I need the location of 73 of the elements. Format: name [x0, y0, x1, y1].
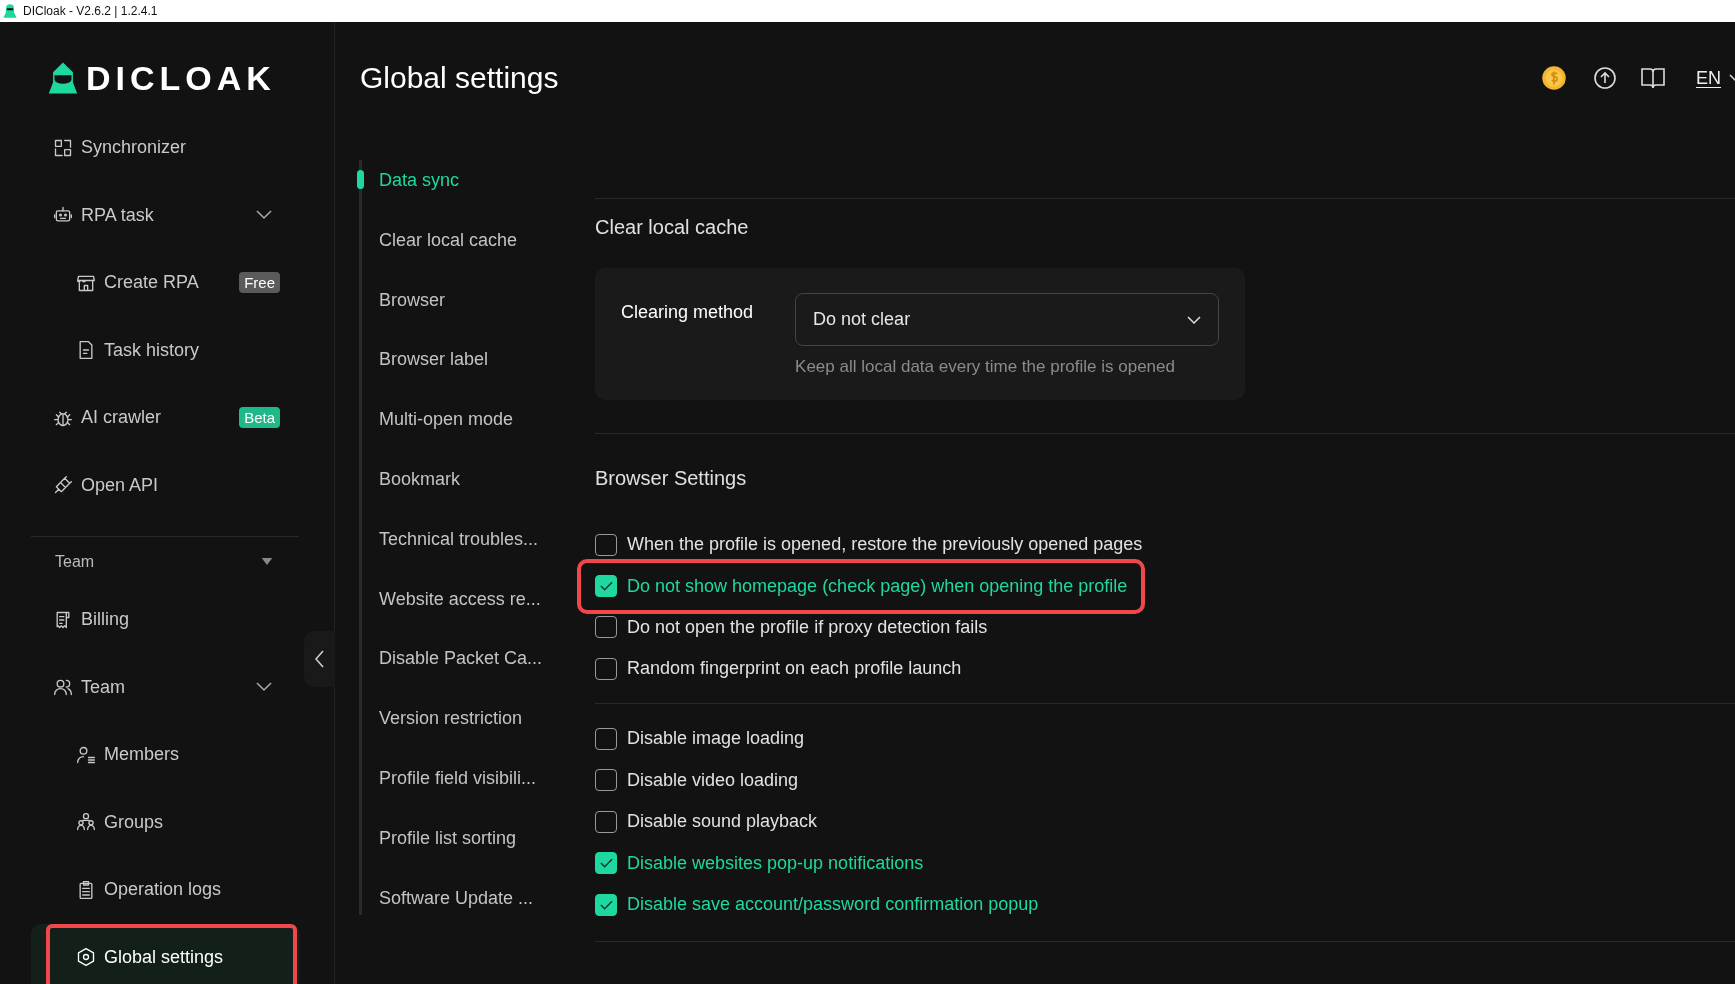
language-selector[interactable]: EN — [1696, 67, 1721, 89]
sidebar-item[interactable]: Groups — [31, 788, 300, 856]
app-icon — [2, 3, 18, 19]
checkbox[interactable] — [595, 616, 617, 639]
settings-nav-item[interactable]: Software Update ... — [379, 877, 534, 918]
settings-nav-item[interactable]: Browser label — [379, 339, 489, 380]
chevron-left-icon — [314, 650, 325, 668]
chevron-down-icon — [1187, 315, 1201, 324]
sidebar-item[interactable]: Task history — [31, 316, 300, 384]
dropdown-triangle-icon[interactable] — [261, 558, 273, 565]
section-heading: Browser Settings — [595, 467, 748, 490]
settings-nav-item[interactable]: Technical troubles... — [379, 518, 539, 559]
upload-icon[interactable] — [1592, 66, 1618, 90]
settings-nav-item[interactable]: Website access re... — [379, 578, 541, 619]
badge: Free — [239, 272, 280, 294]
sidebar-item[interactable]: Members — [31, 721, 300, 789]
settings-nav-item[interactable]: Version restriction — [379, 698, 523, 739]
section-label: Team — [55, 552, 95, 571]
checkmark-icon — [599, 581, 613, 592]
settings-nav-item[interactable]: Disable Packet Ca... — [379, 638, 543, 679]
checkbox-label[interactable]: Do not open the profile if proxy detection fails — [627, 616, 988, 638]
checkbox-label[interactable]: Disable video loading — [627, 769, 799, 791]
checkbox[interactable] — [595, 852, 617, 875]
sidebar-item[interactable]: AI crawler Beta — [31, 384, 300, 452]
checkbox-label[interactable]: Disable websites pop-up notifications — [627, 852, 924, 874]
chevron-down-icon[interactable] — [256, 682, 272, 693]
sidebar-item[interactable]: Open API — [31, 451, 300, 519]
checkbox-label[interactable]: Disable save account/password confirmation popup — [627, 894, 1039, 916]
sidebar-item[interactable]: Operation logs — [31, 856, 300, 924]
settings-nav-item[interactable]: Profile list sorting — [379, 817, 517, 858]
checkbox[interactable] — [595, 810, 617, 833]
checkmark-icon — [599, 899, 613, 910]
checkmark-icon — [599, 858, 613, 869]
window-title: DICloak - V2.6.2 | 1.2.4.1 — [23, 4, 158, 18]
settings-nav-item[interactable]: Data sync — [379, 160, 460, 200]
section-heading: Clear local cache — [595, 216, 750, 239]
checkbox[interactable] — [595, 727, 617, 750]
checkbox-label[interactable]: Random fingerprint on each profile launch — [627, 658, 962, 680]
badge: Beta — [239, 407, 280, 429]
checkbox[interactable] — [595, 575, 617, 598]
plug-icon — [53, 475, 73, 496]
synchronize-icon — [53, 137, 73, 158]
checkbox[interactable] — [595, 893, 617, 916]
sidebar-item[interactable]: Team — [31, 653, 300, 721]
settings-nav-item[interactable]: Clear local cache — [379, 219, 518, 260]
logo-wordmark: DICLOAK — [86, 58, 276, 98]
chevron-down-icon[interactable] — [256, 210, 272, 221]
people-icon — [53, 677, 73, 698]
settings-nav-item[interactable]: Multi-open mode — [379, 399, 514, 440]
checkbox[interactable] — [595, 533, 617, 556]
sidebar-item[interactable]: Synchronizer — [31, 114, 300, 182]
checkbox[interactable] — [595, 769, 617, 792]
clearing-method-dropdown[interactable]: Do not clear — [795, 293, 1219, 346]
settings-nav-item[interactable]: Bookmark — [379, 459, 461, 499]
person-list-icon — [76, 744, 96, 765]
book-icon[interactable] — [1640, 66, 1666, 90]
checkbox[interactable] — [595, 658, 617, 680]
field-label: Clearing method — [621, 302, 754, 324]
checkbox-label[interactable]: Disable image loading — [627, 728, 805, 750]
group-icon — [76, 812, 96, 833]
settings-icon — [76, 947, 96, 968]
settings-nav-item[interactable]: Profile field visibili... — [379, 757, 537, 798]
checkbox-label[interactable]: Disable sound playback — [627, 811, 818, 833]
settings-nav-item[interactable]: Browser — [379, 279, 445, 320]
collapse-sidebar-button[interactable] — [304, 631, 335, 687]
sidebar-item[interactable]: RPA task — [31, 181, 300, 249]
checkbox-label[interactable]: When the profile is opened, restore the previously opened pages — [627, 534, 1143, 556]
sidebar-item[interactable]: Create RPA Free — [31, 249, 300, 317]
checkbox-label[interactable]: Do not show homepage (check page) when opening the profile — [627, 575, 1128, 597]
page-title: Global settings — [360, 61, 559, 95]
hooded-figure-logo-icon — [46, 61, 80, 95]
sidebar-item[interactable]: Billing — [31, 586, 300, 654]
hint-text: Keep all local data every time the profile is opened — [795, 356, 1176, 378]
